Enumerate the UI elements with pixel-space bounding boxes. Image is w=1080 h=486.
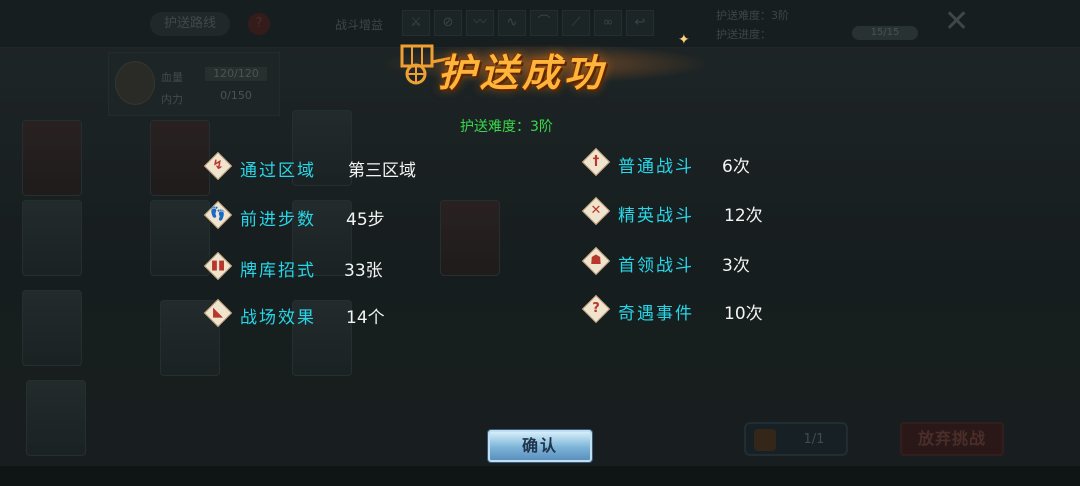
- question-icon: ?: [581, 294, 611, 324]
- stat-label: 奇遇事件: [618, 304, 694, 324]
- stat-label: 战场效果: [240, 308, 316, 328]
- stat-boss-battles: ☗ 首领战斗 3次: [581, 245, 822, 279]
- stat-label: 通过区域: [240, 161, 316, 181]
- stat-label: 前进步数: [240, 210, 316, 230]
- result-difficulty: 护送难度：3阶: [460, 116, 620, 136]
- horn-icon: ◣: [203, 298, 233, 328]
- stat-value: 6次: [722, 157, 750, 177]
- stat-field-effects: ◣ 战场效果 14个: [203, 297, 464, 331]
- stat-encounters: ? 奇遇事件 10次: [581, 293, 822, 327]
- footprints-icon: 👣: [203, 200, 233, 230]
- stat-steps: 👣 前进步数 45步: [203, 199, 464, 233]
- stat-value: 第三区域: [348, 161, 416, 181]
- stat-value: 45步: [346, 210, 385, 230]
- sword-icon: †: [581, 147, 611, 177]
- cards-icon: ▮▮: [203, 251, 233, 281]
- result-title: 护送成功: [438, 50, 607, 95]
- stat-normal-battles: † 普通战斗 6次: [581, 146, 822, 180]
- stat-value: 3次: [722, 256, 750, 276]
- difficulty-value: 3阶: [530, 119, 553, 135]
- demon-mask-icon: ☗: [581, 246, 611, 276]
- stat-value: 10次: [724, 304, 763, 324]
- result-banner: 护送成功 ✦: [380, 26, 710, 96]
- stat-passed-area: ↯ 通过区域 第三区域: [203, 150, 464, 184]
- sparkle-icon: ✦: [678, 32, 690, 48]
- confirm-button[interactable]: 确认: [488, 430, 592, 462]
- stat-elite-battles: ✕ 精英战斗 12次: [581, 195, 822, 229]
- stat-deck-moves: ▮▮ 牌库招式 33张: [203, 250, 464, 284]
- stat-label: 首领战斗: [618, 256, 694, 276]
- stat-label: 牌库招式: [240, 261, 316, 281]
- stat-label: 普通战斗: [618, 157, 694, 177]
- route-icon: ↯: [203, 151, 233, 181]
- stat-value: 12次: [724, 206, 763, 226]
- stat-value: 33张: [344, 261, 383, 281]
- crossed-swords-icon: ✕: [581, 196, 611, 226]
- stat-label: 精英战斗: [618, 206, 694, 226]
- stat-value: 14个: [346, 308, 385, 328]
- difficulty-label: 护送难度：: [460, 119, 530, 135]
